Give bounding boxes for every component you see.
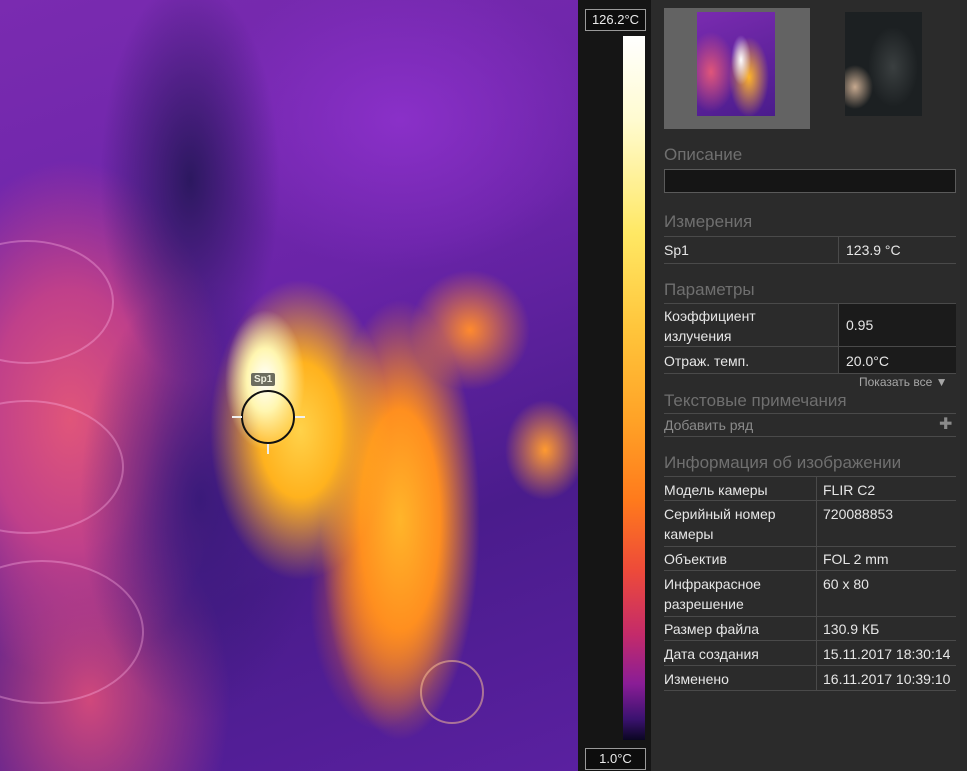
info-name-ir-resolution-line1: Инфракрасное [664,576,761,592]
divider [664,640,956,641]
column-divider [838,237,839,263]
spot-label[interactable]: Sp1 [251,373,276,386]
bolt-contour [420,660,484,724]
info-value-serial: 720088853 [823,506,894,522]
show-all-button[interactable]: Показать все ▼ [859,375,948,389]
emissivity-input[interactable]: 0.95 [839,304,956,346]
divider [664,690,956,691]
info-value-file-size: 130.9 КБ [823,621,880,637]
description-input[interactable] [664,169,956,193]
finger-contour [0,400,124,534]
divider [664,500,956,501]
info-name-serial-line2: камеры [664,526,714,542]
divider [664,476,956,477]
param-name-emissivity-line2: излучения [664,328,732,344]
thermal-image[interactable]: Sp1 [0,0,578,771]
info-name-ir-resolution-line2: разрешение [664,596,744,612]
finger-contour [0,240,114,364]
spot-crosshair-tick [295,416,305,418]
section-title-text-notes: Текстовые примечания [664,391,847,410]
divider [664,263,956,264]
properties-panel: Описание Измерения Sp1 123.9 °C Параметр… [651,0,967,771]
info-name-file-size: Размер файла [664,621,760,637]
param-name-emissivity-line1: Коэффициент [664,308,756,324]
temperature-scale: 126.2°C 1.0°C [578,0,651,771]
reflected-temp-input[interactable]: 20.0°C [839,347,956,373]
info-name-modified: Изменено [664,671,729,687]
add-row-button[interactable]: Добавить ряд [664,415,753,435]
spot-meter-marker[interactable] [241,390,295,444]
section-title-parameters: Параметры [664,280,755,299]
info-name-serial-line1: Серийный номер [664,506,776,522]
section-title-measurements: Измерения [664,212,753,231]
section-title-description: Описание [664,145,743,164]
thumbnail-thermal-selected[interactable] [664,8,810,129]
divider [664,665,956,666]
divider [664,413,956,414]
finger-contour [0,560,144,704]
measurement-value: 123.9 °C [846,242,901,258]
reflected-temp-value: 20.0°C [846,353,889,369]
spot-crosshair-tick [232,416,242,418]
measurement-name[interactable]: Sp1 [664,240,689,260]
scale-max-label[interactable]: 126.2°C [585,9,646,31]
param-name-reflected-temp: Отраж. темп. [664,353,750,369]
divider [664,570,956,571]
divider [664,236,956,237]
thumbnail-visual[interactable] [845,12,922,116]
info-name-camera-model: Модель камеры [664,482,768,498]
show-all-label: Показать все [859,375,933,389]
info-value-modified: 16.11.2017 10:39:10 [823,671,951,687]
info-name-lens: Объектив [664,551,727,567]
info-value-created: 15.11.2017 18:30:14 [823,646,951,662]
scale-min-label[interactable]: 1.0°C [585,748,646,770]
info-value-lens: FOL 2 mm [823,551,889,567]
info-name-created: Дата создания [664,646,759,662]
divider [664,436,956,437]
column-divider [816,477,817,690]
thermal-thumbnail-image [697,12,775,116]
spot-crosshair-tick [267,444,269,454]
plus-icon[interactable]: ✚ [939,414,952,434]
emissivity-value: 0.95 [846,317,874,333]
color-palette-bar [623,36,645,740]
chevron-down-icon: ▼ [935,375,948,389]
info-value-camera-model: FLIR C2 [823,482,876,498]
divider [664,373,956,374]
section-title-image-info: Информация об изображении [664,453,902,472]
divider [664,546,956,547]
divider [664,616,956,617]
info-value-ir-resolution: 60 x 80 [823,576,869,592]
